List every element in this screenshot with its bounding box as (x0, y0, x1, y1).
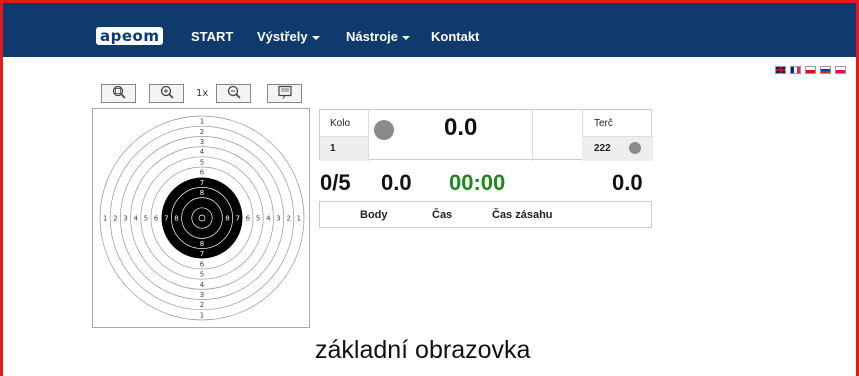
zoom-fit-button[interactable] (101, 84, 136, 103)
apeom-logo[interactable]: apeom (96, 27, 164, 45)
ring-label: 4 (266, 215, 271, 223)
ring-label: 3 (200, 291, 204, 299)
terc-value: 222 (594, 143, 611, 154)
zoom-out-button[interactable] (216, 84, 251, 103)
score-panel: Kolo 1 0.0 Terč 222 (319, 109, 653, 161)
ring-label: 1 (297, 215, 301, 223)
zoom-in-icon (160, 85, 174, 99)
zoom-out-icon (227, 85, 241, 99)
cz-flag-icon[interactable] (805, 66, 816, 74)
kolo-value: 1 (330, 143, 336, 154)
col-cas: Čas (432, 209, 453, 221)
results-table-header: Body Čas Čas zásahu (319, 201, 652, 228)
zoom-in-button[interactable] (149, 84, 184, 103)
shooting-target[interactable]: 11112222333344445555666677778888 (92, 108, 310, 328)
divider (368, 110, 369, 161)
col-cas-zasahu: Čas zásahu (492, 209, 553, 221)
ring-label: 1 (200, 118, 204, 126)
nav-vystrely[interactable]: Výstřely (257, 29, 320, 44)
terc-dot (629, 142, 641, 154)
ring-label: 6 (154, 215, 159, 223)
nav-start[interactable]: START (191, 29, 233, 44)
nav-nastroje-label: Nástroje (346, 29, 399, 44)
zoom-fit-icon (112, 85, 126, 99)
terc-label: Terč (594, 118, 613, 129)
nav-vystrely-label: Výstřely (257, 29, 308, 44)
nav-kontakt[interactable]: Kontakt (431, 29, 479, 44)
ring-label: 7 (164, 215, 168, 223)
chevron-down-icon (311, 35, 320, 40)
ring-label: 3 (123, 215, 127, 223)
screen-caption: základní obrazovka (315, 336, 531, 364)
ring-label: 8 (225, 215, 229, 223)
ring-label: 5 (144, 215, 148, 223)
terc-value-bg (582, 136, 653, 161)
ring-label: 5 (200, 271, 204, 279)
ring-label: 2 (286, 215, 290, 223)
en-flag-icon[interactable] (775, 66, 786, 74)
col-body: Body (360, 209, 388, 221)
shot-count: 0/5 (320, 170, 351, 195)
total-score: 0.0 (612, 170, 643, 195)
ring-label: 8 (200, 189, 204, 197)
timer: 00:00 (449, 170, 506, 195)
ring-label: 7 (200, 250, 204, 258)
ring-label: 6 (246, 215, 251, 223)
image-icon (277, 85, 292, 99)
ring-label: 6 (200, 169, 205, 177)
kolo-label: Kolo (330, 118, 351, 129)
fr-flag-icon[interactable] (790, 66, 801, 74)
ring-label: 8 (174, 215, 178, 223)
pl-flag-icon[interactable] (835, 66, 846, 74)
series-score: 0.0 (444, 114, 478, 141)
ring-label: 4 (200, 281, 205, 289)
ring-label: 6 (200, 260, 205, 268)
status-dot (374, 120, 394, 140)
chevron-down-icon (402, 35, 411, 40)
divider (532, 110, 533, 161)
ring-label: 8 (200, 240, 204, 248)
ring-label: 4 (133, 215, 138, 223)
ring-label: 2 (200, 301, 204, 309)
nav-nastroje[interactable]: Nástroje (346, 29, 411, 44)
ring-label: 5 (256, 215, 260, 223)
ring-label: 2 (113, 215, 117, 223)
target-face: 111 1222 2333 3444 4555 5666 6777 7888 8 (99, 115, 305, 321)
kolo-value-bg (320, 136, 368, 161)
ring-label: 3 (276, 215, 280, 223)
ring-label: 5 (200, 158, 204, 166)
summary-score: 0.0 (381, 170, 412, 195)
ring-label: 1 (200, 311, 204, 319)
ru-flag-icon[interactable] (820, 66, 831, 74)
ring-label: 3 (200, 138, 204, 146)
ring-label: 7 (200, 179, 204, 187)
ring-label: 7 (235, 215, 239, 223)
ring-label: 2 (200, 128, 204, 136)
ring-label: 4 (200, 148, 205, 156)
image-button[interactable] (267, 84, 302, 103)
zoom-level: 1x (196, 88, 209, 99)
ring-label: 1 (103, 215, 107, 223)
